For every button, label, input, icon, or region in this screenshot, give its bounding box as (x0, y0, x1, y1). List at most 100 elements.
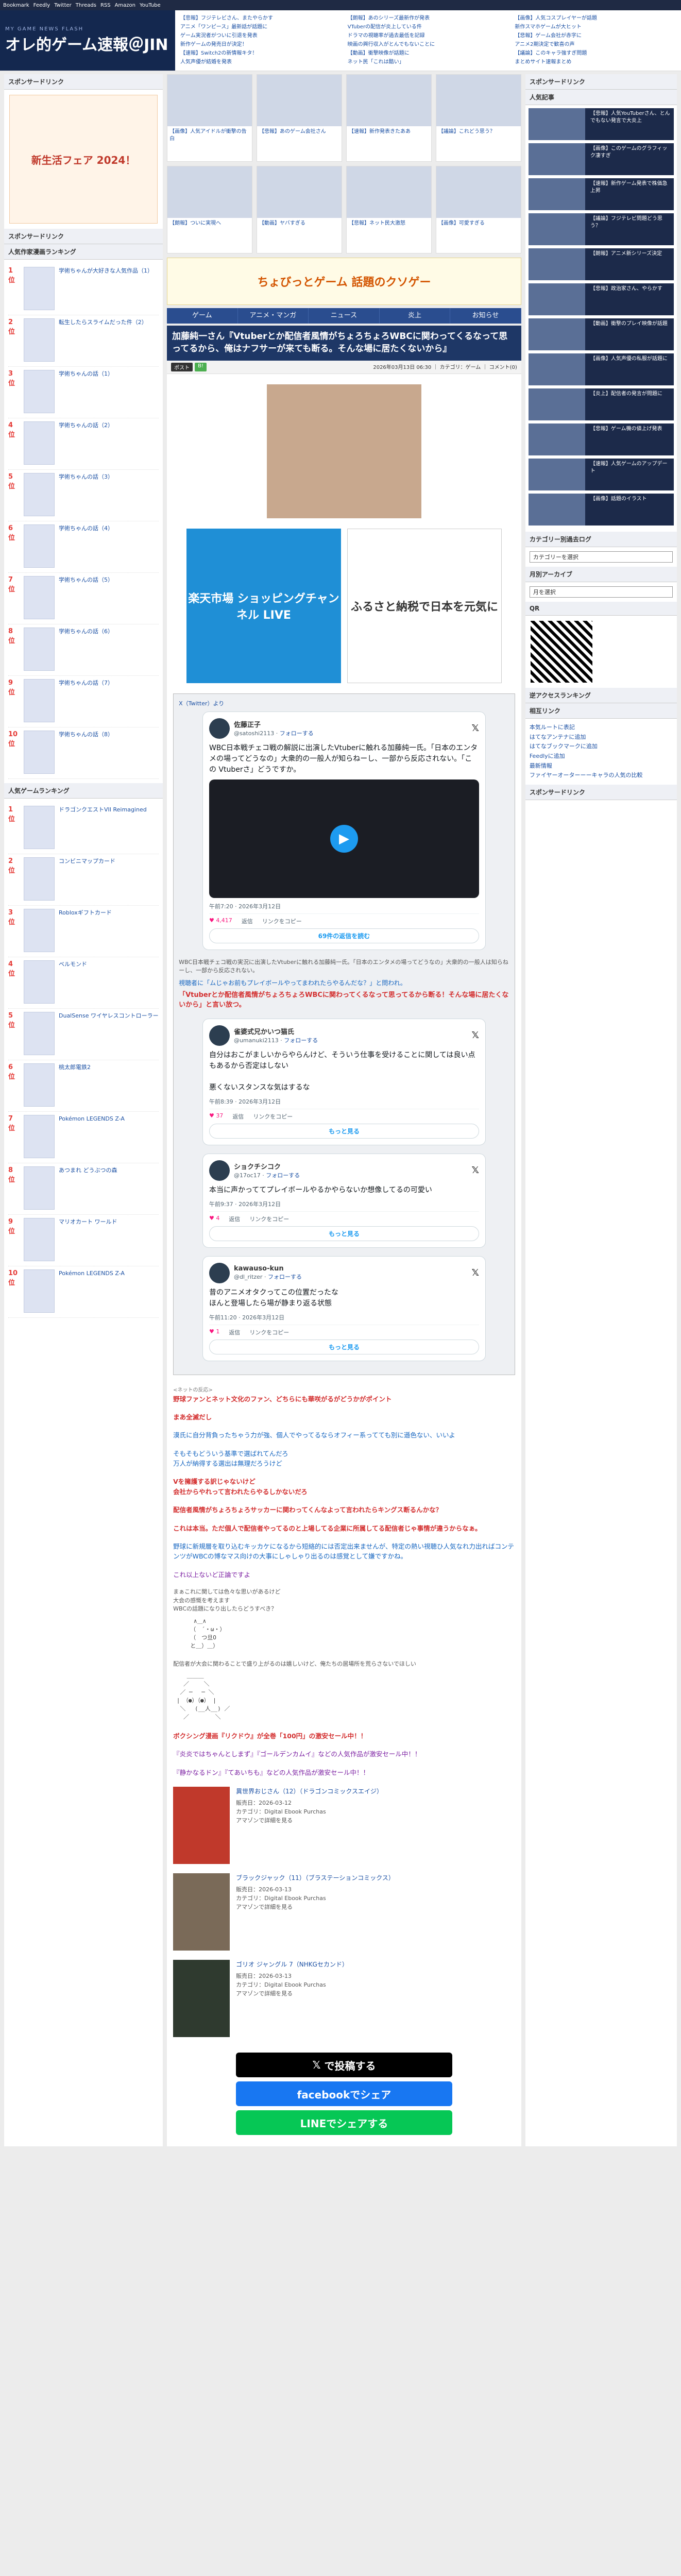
reply-button[interactable]: 返信 (229, 1215, 240, 1223)
rank-title[interactable]: 学術ちゃんの話（4） (59, 524, 113, 532)
popular-title[interactable]: 【朗報】アニメ新シリーズ決定 (588, 248, 664, 280)
nav-tab-game[interactable]: ゲーム (167, 308, 238, 324)
topbar-link[interactable]: Bookmark (3, 3, 29, 8)
related-card[interactable]: 【悲報】ネット民大激怒 (346, 166, 432, 253)
nav-tab-notice[interactable]: お知らせ (450, 308, 521, 324)
rank-title[interactable]: 転生したらスライムだった件（2） (59, 318, 147, 326)
ranking-item[interactable]: 1位 学術ちゃんが大好きな人気作品（1） (8, 264, 159, 315)
nav-tab-news[interactable]: ニュース (309, 308, 380, 324)
topbar-link[interactable]: YouTube (140, 3, 161, 8)
related-card[interactable]: 【議論】これどう思う？ (435, 74, 521, 162)
related-card[interactable]: 【朗報】ついに実現へ (167, 166, 253, 253)
ranking-item[interactable]: 2位 転生したらスライムだった件（2） (8, 315, 159, 367)
popular-title[interactable]: 【悲報】ゲーム機の値上げ発表 (588, 423, 665, 455)
popular-item[interactable]: 【悲報】政治家さん、やらかす (528, 283, 674, 315)
related-card[interactable]: 【動画】ヤバすぎる (257, 166, 342, 253)
reply-button[interactable]: 返信 (242, 917, 253, 925)
header-link[interactable]: 【悲報】ゲーム会社が赤字に (515, 31, 676, 40)
rank-title[interactable]: 学術ちゃんの話（3） (59, 473, 113, 481)
ranking-item[interactable]: 1位 ドラゴンクエストVII Reimagined (8, 803, 159, 854)
x-logo-icon[interactable]: 𝕏 (471, 1165, 479, 1176)
tweet-card[interactable]: 佐藤正子 @satoshi2113 · フォローする 𝕏 WBC日本戦チェコ戦の… (202, 711, 486, 950)
tweet-date[interactable]: 午前11:20 · 2026年3月12日 (209, 1313, 479, 1325)
popular-title[interactable]: 【速報】新作ゲーム発表で株価急上昇 (588, 178, 674, 210)
header-link[interactable]: アニメ「ワンピース」最新話が話題に (180, 22, 342, 31)
header-link[interactable]: 【画像】人気コスプレイヤーが話題 (515, 13, 676, 22)
tweet-date[interactable]: 午前9:37 · 2026年3月12日 (209, 1200, 479, 1212)
reply-button[interactable]: 返信 (229, 1328, 240, 1336)
related-card[interactable]: 【悲報】あのゲーム会社さん (257, 74, 342, 162)
product-cover[interactable] (173, 1873, 230, 1951)
like-count[interactable]: ♥ 1 (209, 1328, 219, 1336)
rank-title[interactable]: Pokémon LEGENDS Z-A (59, 1115, 125, 1123)
header-link[interactable]: VTuberの配信が炎上している件 (348, 22, 509, 31)
header-link[interactable]: ドラマの視聴率が過去最低を記録 (348, 31, 509, 40)
header-link[interactable]: 【悲報】フジテレビさん、またやらかす (180, 13, 342, 22)
popular-title[interactable]: 【動画】衝撃のプレイ映像が話題 (588, 318, 670, 350)
related-card[interactable]: 【画像】人気アイドルが衝撃の告白 (167, 74, 253, 162)
related-title[interactable]: 【悲報】ネット民大激怒 (347, 218, 431, 250)
follow-link[interactable]: フォローする (280, 730, 314, 737)
like-count[interactable]: ♥ 4 (209, 1215, 219, 1223)
ranking-item[interactable]: 5位 DualSense ワイヤレスコントローラー (8, 1009, 159, 1060)
product-item[interactable]: 異世界おじさん（12）（ドラゴンコミックスエイジ） 販売日：2026-03-12 … (173, 1787, 515, 1865)
read-more-button[interactable]: もっと見る (209, 1123, 479, 1139)
post-to-x-button[interactable]: 𝕏 で投稿する (235, 2053, 452, 2078)
rank-title[interactable]: マリオカート ワールド (59, 1218, 117, 1226)
x-logo-icon[interactable]: 𝕏 (471, 1030, 479, 1041)
product-cover[interactable] (173, 1787, 230, 1865)
related-title[interactable]: 【朗報】ついに実現へ (167, 218, 252, 250)
rank-title[interactable]: 学術ちゃんの話（6） (59, 628, 113, 635)
mutual-link[interactable]: Feedlyに追加 (530, 753, 565, 759)
rank-title[interactable]: あつまれ どうぶつの森 (59, 1166, 117, 1174)
line-share-button[interactable]: LINEでシェアする (235, 2110, 452, 2136)
play-icon[interactable]: ▶ (330, 824, 358, 853)
popular-item[interactable]: 【画像】このゲームのグラフィック凄すぎ (528, 143, 674, 175)
topbar-link[interactable]: Twitter (54, 3, 72, 8)
tweet-author[interactable]: ショクチシコク (234, 1161, 300, 1171)
popular-item[interactable]: 【炎上】配信者の発言が問題に (528, 388, 674, 420)
header-link[interactable]: ゲーム実況者がついに引退を発表 (180, 31, 342, 40)
tweet-card[interactable]: kawauso-kun @dl_ritzer · フォローする 𝕏 昔のアニメオ… (202, 1256, 486, 1361)
header-link[interactable]: 人気声優が結婚を発表 (180, 57, 342, 66)
copy-link-button[interactable]: リンクをコピー (253, 1112, 293, 1121)
promo-link[interactable]: 『炎炎ではちゃんとしまず』『ゴールデンカムイ』などの人気作品が激安セール中！！ (173, 1749, 515, 1759)
like-count[interactable]: ♥ 4,417 (209, 917, 232, 925)
popular-item[interactable]: 【朗報】アニメ新シリーズ決定 (528, 248, 674, 280)
copy-link-button[interactable]: リンクをコピー (262, 917, 302, 925)
mutual-link[interactable]: はてなアンテナに追加 (530, 734, 586, 740)
tweet-author[interactable]: 雀婆式兄かいつ猫氏 (234, 1026, 318, 1036)
popular-item[interactable]: 【動画】衝撃のプレイ映像が話題 (528, 318, 674, 350)
ranking-item[interactable]: 3位 Robloxギフトカード (8, 906, 159, 957)
popular-title[interactable]: 【悲報】人気YouTuberさん、とんでもない発言で大炎上 (588, 108, 674, 140)
product-title[interactable]: 異世界おじさん（12）（ドラゴンコミックスエイジ） (236, 1787, 383, 1797)
avatar[interactable] (209, 1160, 230, 1181)
popular-item[interactable]: 【速報】新作ゲーム発表で株価急上昇 (528, 178, 674, 210)
rank-title[interactable]: 学術ちゃんの話（2） (59, 421, 113, 429)
follow-link[interactable]: フォローする (266, 1172, 300, 1179)
popular-title[interactable]: 【画像】このゲームのグラフィック凄すぎ (588, 143, 674, 175)
furusato-ad[interactable]: ふるさと納税で日本を元気に (347, 528, 502, 683)
rank-title[interactable]: Robloxギフトカード (59, 909, 112, 917)
ranking-item[interactable]: 8位 学術ちゃんの話（6） (8, 624, 159, 676)
rank-title[interactable]: 学術ちゃんの話（5） (59, 576, 113, 584)
popular-title[interactable]: 【速報】人気ゲームのアップデート (588, 459, 674, 490)
copy-link-button[interactable]: リンクをコピー (249, 1328, 289, 1336)
rank-title[interactable]: DualSense ワイヤレスコントローラー (59, 1012, 159, 1020)
product-item[interactable]: ゴリオ ジャングル 7（NHKGセカンド） 販売日：2026-03-13 カテゴリ… (173, 1960, 515, 2038)
rank-title[interactable]: 学術ちゃんの話（1） (59, 370, 113, 378)
tweet-card[interactable]: ショクチシコク @17oc17 · フォローする 𝕏 本当に声かっててプレイボー… (202, 1153, 486, 1248)
topbar-link[interactable]: Feedly (33, 3, 50, 8)
header-link[interactable]: まとめサイト速報まとめ (515, 57, 676, 66)
header-link[interactable]: 【動画】衝撃映像が話題に (348, 48, 509, 57)
related-title[interactable]: 【画像】人気アイドルが衝撃の告白 (167, 126, 252, 158)
mutual-link[interactable]: はてなブックマークに追加 (530, 743, 598, 750)
tweet-date[interactable]: 午前7:20 · 2026年3月12日 (209, 902, 479, 914)
tweet-card[interactable]: 雀婆式兄かいつ猫氏 @umanuki2113 · フォローする 𝕏 自分はおこが… (202, 1018, 486, 1145)
follow-link[interactable]: フォローする (268, 1274, 302, 1280)
related-title[interactable]: 【速報】新作発表きたああ (347, 126, 431, 158)
hatena-button[interactable]: B! (195, 362, 207, 371)
copy-link-button[interactable]: リンクをコピー (249, 1215, 289, 1223)
avatar[interactable] (209, 718, 230, 739)
related-title[interactable]: 【動画】ヤバすぎる (257, 218, 342, 250)
